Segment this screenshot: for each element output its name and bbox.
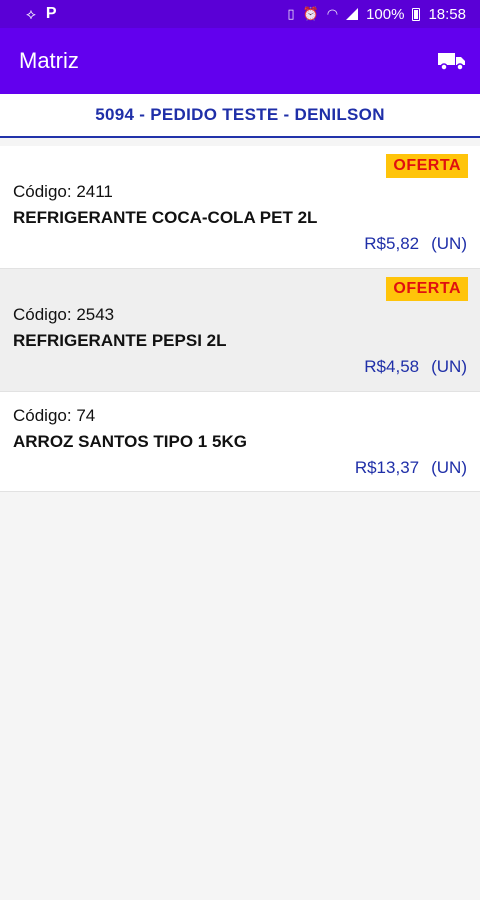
app-notification-icon: P xyxy=(45,5,57,22)
product-unit: (UN) xyxy=(431,234,467,253)
product-list: OFERTA Código: 2411 REFRIGERANTE COCA-CO… xyxy=(0,146,480,492)
offer-badge: OFERTA xyxy=(386,154,468,178)
signal-icon xyxy=(346,8,359,20)
vibrate-icon: ▯ xyxy=(287,6,295,21)
product-unit: (UN) xyxy=(431,458,467,477)
wifi-icon: ◠ xyxy=(326,6,339,21)
clock: 18:58 xyxy=(428,5,466,23)
product-code: Código: 2411 xyxy=(13,182,113,201)
status-right: ▯ ⏰ ◠ 100% 18:58 xyxy=(287,6,466,23)
product-price: R$5,82 xyxy=(364,234,420,253)
battery-icon xyxy=(412,7,421,21)
product-unit: (UN) xyxy=(431,357,467,376)
alarm-icon: ⏰ xyxy=(302,6,319,21)
product-price-row: R$4,58 (UN) xyxy=(364,357,467,377)
product-item[interactable]: OFERTA Código: 2543 REFRIGERANTE PEPSI 2… xyxy=(0,269,480,392)
usb-icon: ⟡ xyxy=(26,5,36,23)
product-name: REFRIGERANTE PEPSI 2L xyxy=(13,331,227,350)
battery-percent: 100% xyxy=(366,5,405,23)
app-title: Matriz xyxy=(19,48,79,73)
offer-badge: OFERTA xyxy=(386,277,468,301)
product-item[interactable]: OFERTA Código: 2411 REFRIGERANTE COCA-CO… xyxy=(0,146,480,269)
status-left: ⟡ P xyxy=(26,5,57,23)
product-price: R$4,58 xyxy=(364,357,420,376)
product-item[interactable]: Código: 74 ARROZ SANTOS TIPO 1 5KG R$13,… xyxy=(0,392,480,492)
product-price-row: R$5,82 (UN) xyxy=(364,234,467,254)
product-price-row: R$13,37 (UN) xyxy=(355,458,467,478)
product-name: REFRIGERANTE COCA-COLA PET 2L xyxy=(13,208,318,227)
product-price: R$13,37 xyxy=(354,458,420,477)
product-code: Código: 2543 xyxy=(13,305,115,324)
order-header: 5094 - PEDIDO TESTE - DENILSON xyxy=(0,94,480,138)
truck-icon[interactable] xyxy=(438,51,466,71)
product-code: Código: 74 xyxy=(13,406,96,425)
product-name: ARROZ SANTOS TIPO 1 5KG xyxy=(13,432,247,451)
status-bar: ⟡ P ▯ ⏰ ◠ 100% 18:58 xyxy=(0,0,480,28)
app-bar: Matriz xyxy=(0,28,480,94)
